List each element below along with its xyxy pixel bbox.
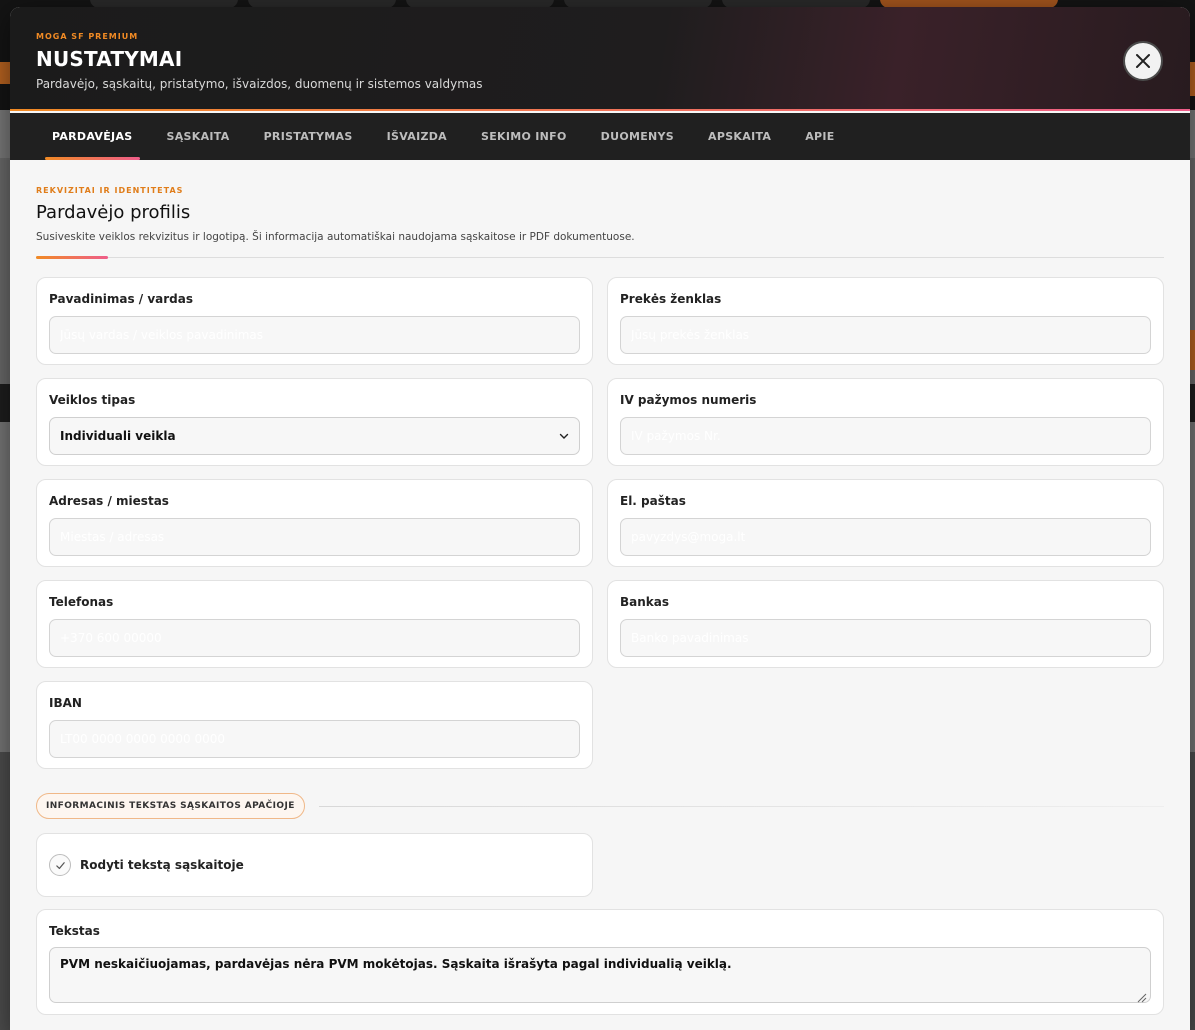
field-card-phone: Telefonas [36, 580, 593, 668]
tab-isvaizda[interactable]: IŠVAIZDA [370, 113, 464, 160]
modal-subtitle: Pardavėjo, sąskaitų, pristatymo, išvaizd… [36, 77, 483, 91]
address-input[interactable] [49, 518, 580, 556]
field-label: IV pažymos numeris [620, 393, 757, 407]
field-label: Adresas / miestas [49, 494, 169, 508]
field-label: Prekės ženklas [620, 292, 722, 306]
info-text-chip: INFORMACINIS TEKSTAS SĄSKAITOS APAČIOJE [36, 793, 305, 819]
field-card-iban: IBAN [36, 681, 593, 769]
phone-input[interactable] [49, 619, 580, 657]
field-label: Bankas [620, 595, 670, 609]
modal-title: NUSTATYMAI [36, 47, 183, 71]
field-card-email: El. paštas [607, 479, 1164, 567]
field-card-name: Pavadinimas / vardas [36, 277, 593, 365]
tab-bar: PARDAVĖJAS SĄSKAITA PRISTATYMAS IŠVAIZDA… [10, 113, 1190, 160]
background-accent [0, 62, 10, 84]
bank-input[interactable] [620, 619, 1151, 657]
tab-pristatymas[interactable]: PRISTATYMAS [247, 113, 370, 160]
iban-input[interactable] [49, 720, 580, 758]
section-title: Pardavėjo profilis [36, 202, 191, 223]
brand-input[interactable] [620, 316, 1151, 354]
field-label: Pavadinimas / vardas [49, 292, 193, 306]
seller-fields-grid: Pavadinimas / vardas Prekės ženklas Veik… [36, 277, 1164, 769]
name-input[interactable] [49, 316, 580, 354]
tab-apskaita[interactable]: APSKAITA [691, 113, 788, 160]
iv-number-input[interactable] [620, 417, 1151, 455]
show-text-label: Rodyti tekstą sąskaitoje [80, 858, 244, 872]
field-label: El. paštas [620, 494, 686, 508]
field-card-iv-number: IV pažymos numeris [607, 378, 1164, 466]
close-button[interactable] [1123, 41, 1163, 81]
tab-saskaita[interactable]: SĄSKAITA [150, 113, 247, 160]
field-label: Tekstas [49, 924, 100, 938]
business-type-value: Individuali veikla [60, 429, 176, 443]
field-card-bank: Bankas [607, 580, 1164, 668]
field-card-business-type: Veiklos tipas Individuali veikla [36, 378, 593, 466]
section-divider [36, 256, 1164, 259]
show-text-checkbox[interactable] [49, 854, 71, 876]
tab-sekimo-info[interactable]: SEKIMO INFO [464, 113, 584, 160]
field-card-brand: Prekės ženklas [607, 277, 1164, 365]
field-label: IBAN [49, 696, 82, 710]
textarea-wrapper: PVM neskaičiuojamas, pardavėjas nėra PVM… [49, 938, 1151, 1007]
info-text-divider [318, 805, 1164, 807]
modal-content: REKVIZITAI IR IDENTITETAS Pardavėjo prof… [10, 160, 1190, 1015]
modal-kicker: MOGA SF PREMIUM [36, 32, 139, 41]
chevron-down-icon [559, 433, 569, 439]
field-card-address: Adresas / miestas [36, 479, 593, 567]
tab-apie[interactable]: APIE [788, 113, 851, 160]
section-description: Susiveskite veiklos rekvizitus ir logoti… [36, 231, 635, 243]
invoice-text-card: Tekstas PVM neskaičiuojamas, pardavėjas … [36, 909, 1164, 1015]
resize-handle-icon[interactable] [1135, 991, 1147, 1003]
check-icon [55, 861, 65, 869]
field-label: Telefonas [49, 595, 114, 609]
show-text-card: Rodyti tekstą sąskaitoje [36, 833, 593, 897]
modal-header: MOGA SF PREMIUM NUSTATYMAI Pardavėjo, są… [10, 7, 1190, 111]
section-kicker: REKVIZITAI IR IDENTITETAS [36, 186, 184, 195]
business-type-select[interactable]: Individuali veikla [49, 417, 580, 455]
email-input[interactable] [620, 518, 1151, 556]
info-text-heading: INFORMACINIS TEKSTAS SĄSKAITOS APAČIOJE [36, 793, 1164, 819]
tab-pardavejas[interactable]: PARDAVĖJAS [35, 113, 150, 160]
field-label: Veiklos tipas [49, 393, 136, 407]
close-icon [1136, 54, 1150, 68]
tab-duomenys[interactable]: DUOMENYS [584, 113, 691, 160]
settings-modal: MOGA SF PREMIUM NUSTATYMAI Pardavėjo, są… [10, 7, 1190, 1030]
invoice-text-textarea[interactable]: PVM neskaičiuojamas, pardavėjas nėra PVM… [49, 947, 1151, 1003]
